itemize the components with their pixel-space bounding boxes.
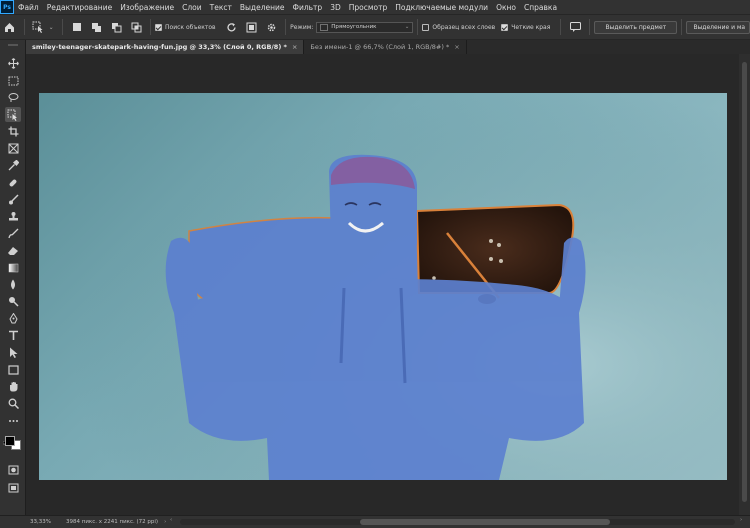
blur-tool-icon[interactable] xyxy=(5,277,21,292)
intersect-selection-icon[interactable] xyxy=(128,19,144,35)
color-swatches[interactable] xyxy=(2,431,25,453)
move-tool-icon[interactable] xyxy=(5,56,21,71)
close-icon[interactable]: × xyxy=(292,43,297,51)
menu-file[interactable]: Файл xyxy=(14,3,43,12)
healing-brush-tool-icon[interactable] xyxy=(5,175,21,190)
menu-image[interactable]: Изображение xyxy=(116,3,178,12)
panel-grip[interactable] xyxy=(8,44,18,46)
mode-dropdown[interactable]: Прямоугольник ⌄ xyxy=(316,21,414,33)
photoshop-logo[interactable]: Ps xyxy=(0,0,14,14)
tab-document-1[interactable]: smiley-teenager-skatepark-having-fun.jpg… xyxy=(26,40,305,54)
tab-label: Без имени-1 @ 66,7% (Слой 1, RGB/8#) * xyxy=(310,43,450,51)
new-selection-icon[interactable] xyxy=(69,19,85,35)
scrollbar-thumb[interactable] xyxy=(360,519,610,525)
object-finder-checkbox[interactable] xyxy=(155,23,163,31)
menu-select[interactable]: Выделение xyxy=(236,3,289,12)
separator xyxy=(61,19,63,35)
screen-mode-icon[interactable] xyxy=(5,480,21,495)
history-brush-tool-icon[interactable] xyxy=(5,226,21,241)
object-finder-option[interactable]: Поиск объектов xyxy=(155,23,216,31)
marquee-tool-icon[interactable] xyxy=(5,73,21,88)
arrow-right-icon[interactable]: › xyxy=(164,519,166,525)
separator xyxy=(560,19,562,35)
scroll-left-icon[interactable]: ‹ xyxy=(170,517,172,523)
menu-filter[interactable]: Фильтр xyxy=(289,3,327,12)
separator xyxy=(589,19,591,35)
menu-3d[interactable]: 3D xyxy=(326,3,345,12)
dodge-tool-icon[interactable] xyxy=(5,294,21,309)
sharp-edges-checkbox[interactable] xyxy=(501,23,509,31)
sample-all-layers-checkbox[interactable] xyxy=(422,23,430,31)
hand-tool-icon[interactable] xyxy=(5,379,21,394)
chevron-down-icon[interactable]: ⌄ xyxy=(49,24,54,31)
rectangle-tool-icon[interactable] xyxy=(5,362,21,377)
add-selection-icon[interactable] xyxy=(89,19,105,35)
more-tools-icon[interactable] xyxy=(5,413,21,428)
sharp-edges-option[interactable]: Четкие края xyxy=(501,23,551,31)
menu-window[interactable]: Окно xyxy=(492,3,520,12)
quick-mask-icon[interactable] xyxy=(5,462,21,477)
menu-layers[interactable]: Слои xyxy=(178,3,206,12)
separator xyxy=(285,19,287,35)
scrollbar-thumb[interactable] xyxy=(742,62,747,502)
object-selection-tool-icon[interactable] xyxy=(31,19,47,35)
home-icon[interactable] xyxy=(2,19,18,35)
eyedropper-tool-icon[interactable] xyxy=(5,158,21,173)
zoom-tool-icon[interactable] xyxy=(5,396,21,411)
lasso-tool-icon[interactable] xyxy=(5,90,21,105)
frame-tool-icon[interactable] xyxy=(5,141,21,156)
foreground-color-swatch[interactable] xyxy=(5,436,15,446)
mode-label: Режим: xyxy=(290,23,314,31)
separator xyxy=(23,19,25,35)
refresh-icon[interactable] xyxy=(224,19,240,35)
scroll-right-icon[interactable]: › xyxy=(740,517,742,523)
object-finder-label: Поиск объектов xyxy=(165,23,216,31)
subtract-selection-icon[interactable] xyxy=(108,19,124,35)
status-bar: 33,33% 3984 пикс. x 2241 пикс. (72 ppi) … xyxy=(0,515,750,528)
pen-tool-icon[interactable] xyxy=(5,311,21,326)
separator xyxy=(150,19,152,35)
menu-type[interactable]: Текст xyxy=(206,3,236,12)
sample-all-layers-option[interactable]: Образец всех слоев xyxy=(422,23,496,31)
gradient-tool-icon[interactable] xyxy=(5,260,21,275)
sample-all-layers-label: Образец всех слоев xyxy=(432,23,496,31)
menu-view[interactable]: Просмотр xyxy=(345,3,392,12)
document-canvas[interactable] xyxy=(39,93,727,480)
tools-panel xyxy=(0,40,26,515)
menu-help[interactable]: Справка xyxy=(520,3,561,12)
path-selection-tool-icon[interactable] xyxy=(5,345,21,360)
menu-edit[interactable]: Редактирование xyxy=(43,3,116,12)
zoom-level[interactable]: 33,33% xyxy=(30,519,58,525)
separator xyxy=(681,19,683,35)
document-info[interactable]: 3984 пикс. x 2241 пикс. (72 ppi) xyxy=(66,519,158,525)
options-bar: ⌄ Поиск объектов Режим: Прямоугольник ⌄ … xyxy=(0,14,750,40)
vertical-scrollbar[interactable] xyxy=(739,54,750,515)
separator xyxy=(417,19,419,35)
settings-gear-icon[interactable] xyxy=(263,19,279,35)
clone-stamp-tool-icon[interactable] xyxy=(5,209,21,224)
refine-hair-icon[interactable] xyxy=(567,19,583,35)
select-subject-button[interactable]: Выделить предмет xyxy=(594,20,678,34)
sharp-edges-label: Четкие края xyxy=(511,23,551,31)
object-selection-tool-icon[interactable] xyxy=(5,107,21,122)
select-and-mask-button[interactable]: Выделение и ма xyxy=(686,20,750,34)
type-tool-icon[interactable] xyxy=(5,328,21,343)
document-tabs: smiley-teenager-skatepark-having-fun.jpg… xyxy=(26,40,750,54)
horizontal-scrollbar[interactable] xyxy=(180,519,735,525)
menu-plugins[interactable]: Подключаемые модули xyxy=(391,3,492,12)
tab-document-2[interactable]: Без имени-1 @ 66,7% (Слой 1, RGB/8#) * × xyxy=(304,40,467,54)
mode-value: Прямоугольник xyxy=(331,24,377,30)
brush-tool-icon[interactable] xyxy=(5,192,21,207)
eraser-tool-icon[interactable] xyxy=(5,243,21,258)
menu-bar: Ps Файл Редактирование Изображение Слои … xyxy=(0,0,750,14)
show-objects-icon[interactable] xyxy=(243,19,259,35)
photo-image xyxy=(39,93,727,480)
crop-tool-icon[interactable] xyxy=(5,124,21,139)
chevron-down-icon: ⌄ xyxy=(404,24,410,30)
tab-label: smiley-teenager-skatepark-having-fun.jpg… xyxy=(32,43,287,51)
close-icon[interactable]: × xyxy=(454,43,459,51)
